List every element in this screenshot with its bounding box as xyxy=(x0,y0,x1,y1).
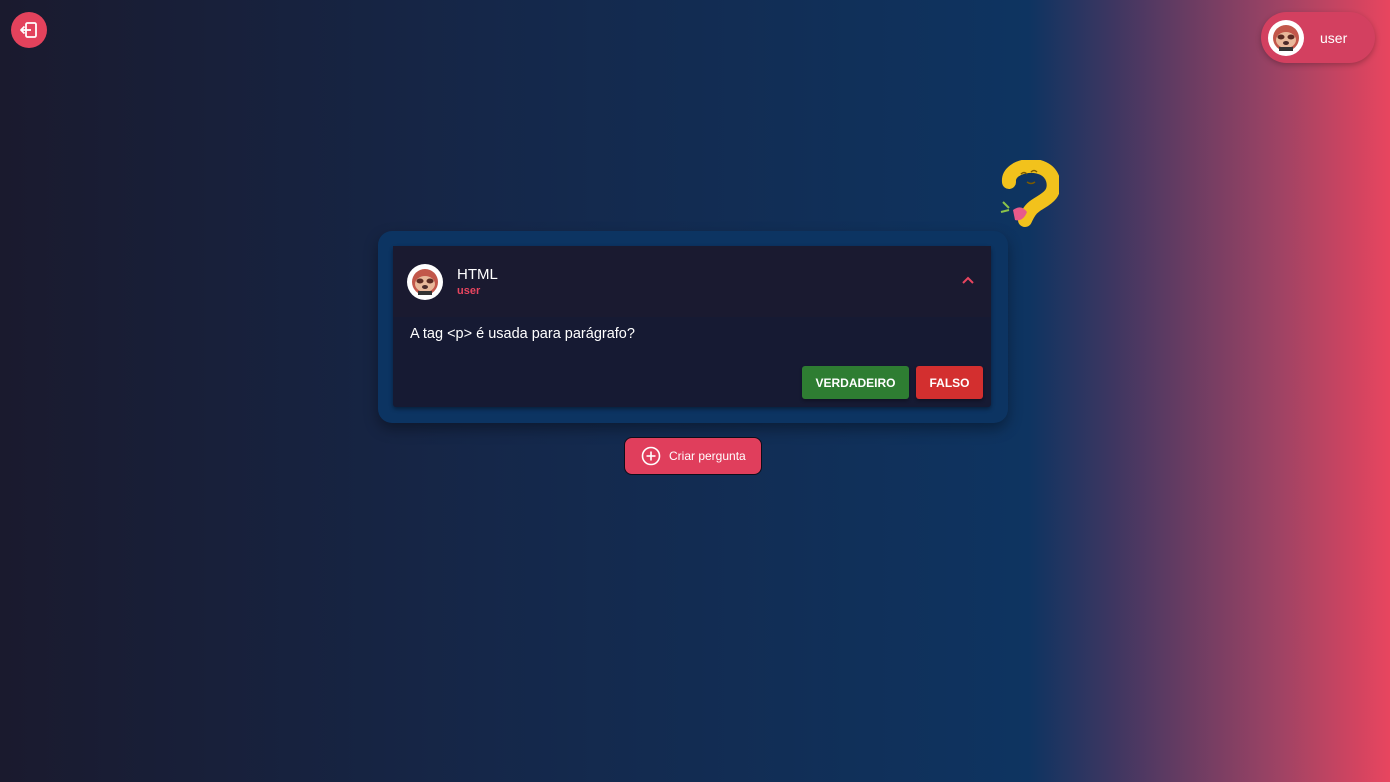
author-avatar xyxy=(407,263,443,300)
question-mark-sticker-icon xyxy=(1000,160,1059,227)
user-name: user xyxy=(1320,29,1348,46)
true-button[interactable]: VERDADEIRO xyxy=(802,366,909,399)
question-card: HTML user A tag <p> é usada para parágra… xyxy=(393,246,991,407)
sloth-avatar-icon xyxy=(1273,24,1299,51)
logout-icon xyxy=(20,22,37,38)
question-author: user xyxy=(457,285,481,297)
question-category: HTML xyxy=(457,266,498,283)
question-header[interactable]: HTML user xyxy=(393,246,991,317)
plus-circle-icon xyxy=(641,446,661,466)
chevron-up-icon[interactable] xyxy=(961,275,975,285)
logout-button[interactable] xyxy=(11,12,47,48)
user-menu[interactable]: user xyxy=(1261,12,1375,63)
question-text: A tag <p> é usada para parágrafo? xyxy=(410,326,635,342)
false-button[interactable]: FALSO xyxy=(916,366,983,399)
create-question-label: Criar pergunta xyxy=(669,449,746,463)
sloth-avatar-icon xyxy=(412,268,438,295)
question-panel: HTML user A tag <p> é usada para parágra… xyxy=(378,231,1008,423)
create-question-button[interactable]: Criar pergunta xyxy=(624,437,762,475)
user-avatar xyxy=(1268,19,1304,56)
